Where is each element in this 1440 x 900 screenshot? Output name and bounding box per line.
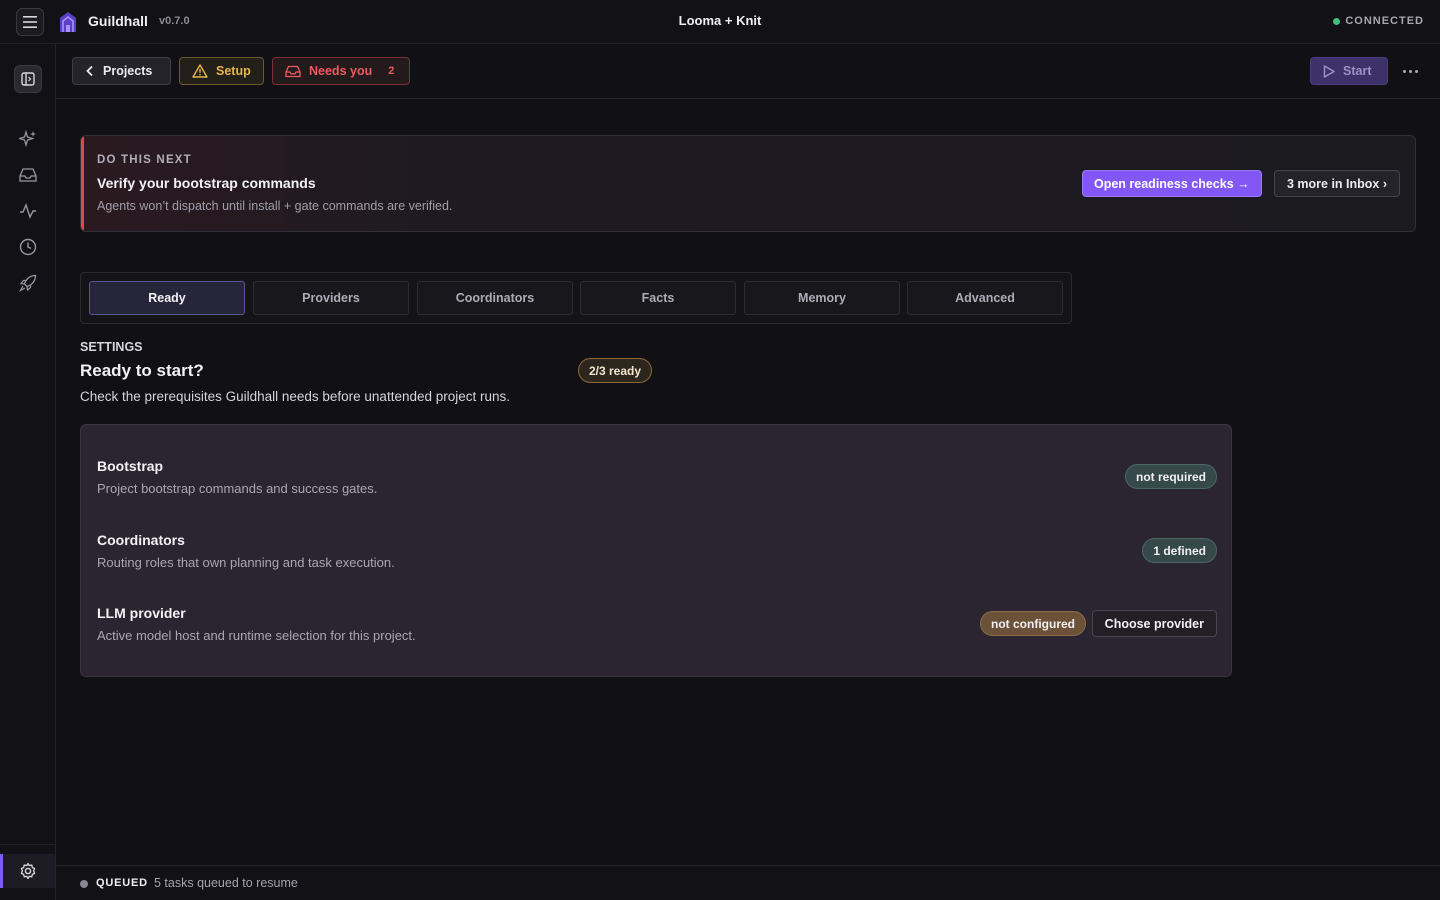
more-in-inbox-button[interactable]: 3 more in Inbox › [1274, 170, 1401, 197]
sidebar-panel-icon [21, 72, 35, 86]
sidebar [0, 44, 56, 900]
sparkles-icon [19, 130, 36, 148]
ready-count-badge: 2/3 ready [578, 358, 653, 383]
tab-memory[interactable]: Memory [744, 281, 900, 315]
needs-you-count-badge: 2 [388, 65, 395, 77]
projects-label: Projects [103, 64, 153, 78]
warning-icon [192, 64, 208, 78]
readiness-row-coordinators: Coordinators Routing roles that own plan… [97, 532, 1217, 582]
connection-dot-icon [1333, 17, 1341, 25]
next-step-banner: DO THIS NEXT Verify your bootstrap comma… [80, 135, 1416, 232]
row-title: LLM provider [97, 605, 186, 621]
sidebar-divider [0, 844, 55, 845]
choose-provider-button[interactable]: Choose provider [1091, 610, 1217, 637]
chevron-left-icon [86, 65, 93, 77]
tab-advanced[interactable]: Advanced [907, 281, 1063, 315]
sidebar-item-sparkles[interactable] [18, 129, 38, 149]
start-button[interactable]: Start [1310, 57, 1388, 85]
more-options-button[interactable] [1398, 62, 1422, 80]
readiness-card: Bootstrap Project bootstrap commands and… [80, 424, 1232, 677]
tab-ready[interactable]: Ready [89, 281, 245, 315]
connection-status: CONNECTED [1333, 15, 1424, 27]
queued-dot-icon [80, 880, 88, 888]
readiness-row-bootstrap: Bootstrap Project bootstrap commands and… [97, 458, 1217, 508]
sidebar-item-activity[interactable] [18, 201, 38, 221]
clock-icon [19, 238, 37, 256]
setup-button[interactable]: Setup [179, 57, 264, 85]
activity-icon [20, 203, 36, 219]
setup-label: Setup [216, 64, 251, 78]
banner-kicker: DO THIS NEXT [97, 154, 192, 166]
window-title: Looma + Knit [678, 13, 762, 28]
status-bar: QUEUED 5 tasks queued to resume [56, 865, 1440, 900]
row-title: Coordinators [97, 532, 185, 548]
tab-facts[interactable]: Facts [580, 281, 736, 315]
tab-coordinators[interactable]: Coordinators [417, 281, 573, 315]
row-description: Active model host and runtime selection … [97, 628, 416, 643]
back-to-projects-button[interactable]: Projects [72, 57, 171, 85]
status-badge: not configured [980, 611, 1086, 636]
tab-providers[interactable]: Providers [253, 281, 409, 315]
rocket-icon [19, 274, 37, 292]
more-dots-icon [1402, 69, 1406, 73]
needs-you-button[interactable]: Needs you 2 [272, 57, 410, 85]
section-kicker: SETTINGS [80, 340, 143, 354]
sidebar-item-settings[interactable] [0, 854, 55, 888]
settings-tabs: Ready Providers Coordinators Facts Memor… [80, 272, 1072, 324]
inbox-icon [285, 65, 301, 77]
row-description: Routing roles that own planning and task… [97, 555, 395, 570]
banner-title: Verify your bootstrap commands [97, 175, 316, 191]
connection-status-label: CONNECTED [1345, 15, 1424, 27]
project-toolbar: Projects Setup Needs you 2 Start [56, 44, 1440, 99]
status-badge: 1 defined [1142, 538, 1217, 563]
banner-description: Agents won’t dispatch until install + ga… [97, 199, 453, 213]
gear-icon [20, 862, 35, 880]
row-description: Project bootstrap commands and success g… [97, 481, 378, 496]
play-icon [1323, 64, 1335, 78]
open-readiness-checks-button[interactable]: Open readiness checks → [1082, 170, 1262, 197]
top-bar: Guildhall v0.7.0 Looma + Knit CONNECTED [0, 0, 1440, 44]
sidebar-item-history[interactable] [18, 237, 38, 257]
section-description: Check the prerequisites Guildhall needs … [80, 389, 511, 404]
start-label: Start [1343, 64, 1372, 78]
sidebar-toggle-button[interactable] [14, 65, 42, 93]
section-title: Ready to start? [80, 361, 204, 380]
sidebar-item-deploy[interactable] [18, 273, 38, 293]
readiness-row-llm-provider: LLM provider Active model host and runti… [97, 605, 1217, 655]
queue-status-label: QUEUED [96, 877, 148, 889]
row-title: Bootstrap [97, 458, 164, 474]
status-badge: not required [1124, 464, 1217, 489]
queue-status-text: 5 tasks queued to resume [154, 876, 298, 890]
inbox-icon [19, 168, 37, 182]
needs-you-label: Needs you [309, 64, 373, 78]
sidebar-item-inbox[interactable] [18, 165, 38, 185]
